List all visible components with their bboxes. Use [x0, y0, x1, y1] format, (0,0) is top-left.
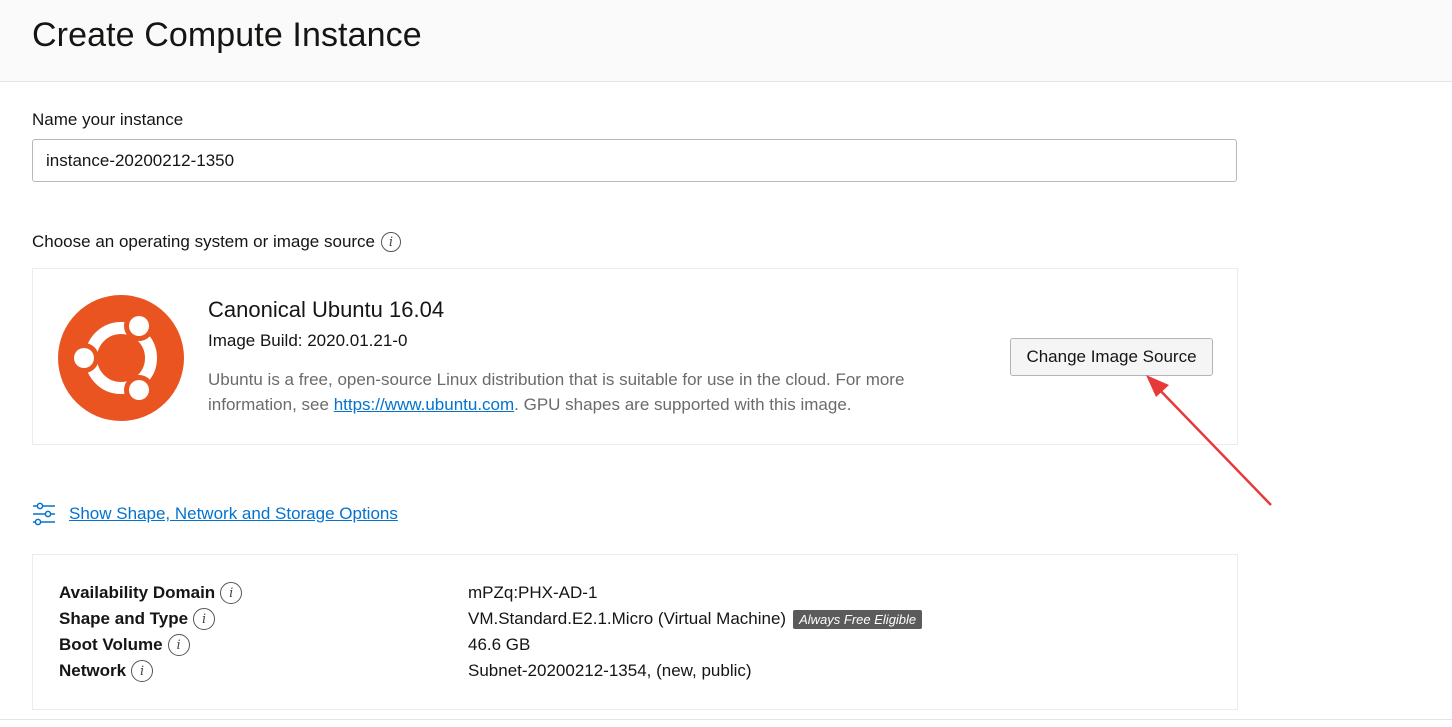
- create-instance-page: Create Compute Instance Name your instan…: [0, 0, 1452, 727]
- summary-row-network: Network i: [59, 658, 154, 684]
- sliders-icon: [33, 502, 55, 526]
- ubuntu-logo-icon: [58, 295, 184, 421]
- instance-name-input[interactable]: [32, 139, 1237, 182]
- summary-key: Shape and Type: [59, 609, 189, 628]
- image-description: Ubuntu is a free, open-source Linux dist…: [208, 367, 968, 417]
- ubuntu-link[interactable]: https://www.ubuntu.com: [334, 395, 514, 414]
- page-title: Create Compute Instance: [32, 16, 422, 54]
- image-name: Canonical Ubuntu 16.04: [208, 297, 445, 322]
- info-icon[interactable]: i: [131, 660, 154, 682]
- image-source-label-text: Choose an operating system or image sour…: [32, 232, 376, 251]
- summary-row-shape: Shape and Type i: [59, 606, 216, 632]
- always-free-badge: Always Free Eligible: [793, 609, 923, 629]
- summary-value: 46.6 GB: [468, 635, 531, 654]
- image-source-label: Choose an operating system or image sour…: [32, 232, 402, 252]
- info-icon[interactable]: i: [167, 634, 190, 656]
- page-header: Create Compute Instance: [0, 0, 1452, 82]
- summary-value-shape: VM.Standard.E2.1.Micro (Virtual Machine)…: [468, 606, 923, 632]
- annotation-arrow-icon: [1146, 375, 1272, 506]
- info-icon[interactable]: i: [381, 232, 402, 252]
- summary-value: Subnet-20200212-1354, (new, public): [468, 661, 752, 680]
- summary-value: VM.Standard.E2.1.Micro (Virtual Machine): [468, 609, 787, 628]
- summary-key: Availability Domain: [59, 583, 216, 602]
- summary-card: Availability Domain i mPZq:PHX-AD-1 Shap…: [32, 554, 1238, 710]
- divider: [0, 719, 1452, 720]
- summary-row-boot-volume: Boot Volume i: [59, 632, 190, 658]
- show-options-toggle[interactable]: Show Shape, Network and Storage Options: [32, 502, 398, 526]
- summary-key: Boot Volume: [59, 635, 163, 654]
- show-options-link[interactable]: Show Shape, Network and Storage Options: [69, 504, 398, 524]
- image-description-tail: . GPU shapes are supported with this ima…: [514, 395, 852, 414]
- image-card: Canonical Ubuntu 16.04 Image Build: 2020…: [32, 268, 1238, 445]
- summary-key: Network: [59, 661, 127, 680]
- info-icon[interactable]: i: [193, 608, 216, 630]
- summary-value: mPZq:PHX-AD-1: [468, 583, 598, 602]
- name-label: Name your instance: [32, 110, 184, 129]
- image-build: Image Build: 2020.01.21-0: [208, 331, 408, 350]
- info-icon[interactable]: i: [220, 582, 243, 604]
- summary-row-availability-domain: Availability Domain i: [59, 580, 243, 606]
